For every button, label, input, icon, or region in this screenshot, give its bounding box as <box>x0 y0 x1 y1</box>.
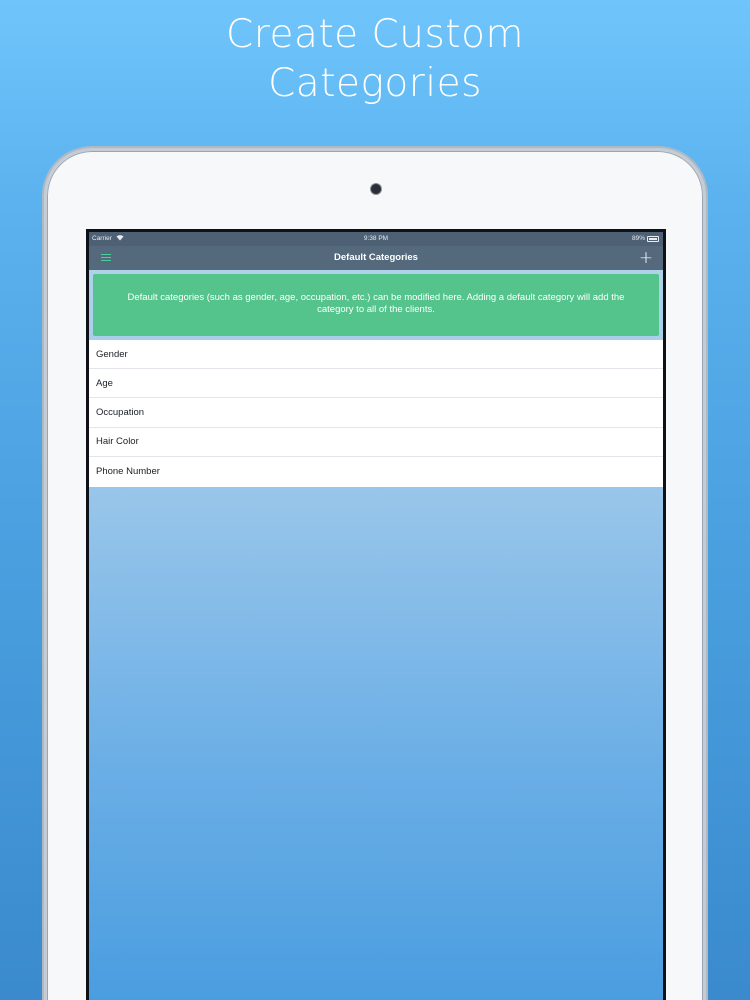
list-item-age[interactable]: Age <box>89 369 663 399</box>
category-list: Gender Age Occupation Hair Color Phone N… <box>89 340 663 487</box>
info-banner: Default categories (such as gender, age,… <box>93 274 659 336</box>
page-title: Default Categories <box>334 252 418 263</box>
promo-title: Create Custom Categories <box>0 10 750 108</box>
camera-icon <box>371 184 381 194</box>
battery-percent: 89% <box>631 235 645 242</box>
list-item-hair-color[interactable]: Hair Color <box>89 428 663 457</box>
app-screen: Carrier 9:38 PM 89% Default Categories +… <box>89 232 663 1000</box>
list-item-gender[interactable]: Gender <box>89 340 663 370</box>
navigation-bar: Default Categories + <box>89 246 663 270</box>
list-item-phone-number[interactable]: Phone Number <box>89 457 663 486</box>
battery-icon <box>647 236 659 242</box>
status-time: 9:38 PM <box>363 235 389 242</box>
list-item-occupation[interactable]: Occupation <box>89 398 663 428</box>
status-bar: Carrier 9:38 PM 89% <box>89 232 663 246</box>
add-category-button[interactable]: + <box>637 248 655 268</box>
promo-title-line-1: Create Custom <box>226 12 524 57</box>
promo-title-line-2: Categories <box>268 61 482 106</box>
